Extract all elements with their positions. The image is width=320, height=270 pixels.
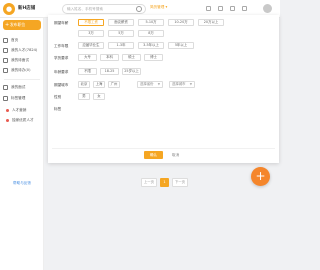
filter-option[interactable]: 北京 [78, 81, 90, 88]
next-page-button[interactable]: 下一页 [172, 178, 188, 187]
filter-option[interactable]: 5年以上 [168, 42, 194, 49]
cancel-button[interactable]: 取消 [172, 151, 179, 159]
city-select-value: 选择城市 [172, 82, 186, 86]
sidebar-item-pending-interview[interactable]: 我的待面试 [0, 56, 44, 65]
current-page[interactable]: 1 [160, 178, 169, 187]
red-dot-icon [6, 109, 9, 112]
add-fab-button[interactable]: + [251, 167, 270, 186]
plus-icon: + [5, 22, 10, 28]
filter-option[interactable]: 18-25 [100, 68, 119, 75]
filter-label-experience: 工作年限 [54, 44, 69, 48]
home-icon [3, 38, 8, 43]
filter-label-city: 期望城市 [54, 83, 69, 87]
calendar-icon [3, 58, 8, 63]
filter-option[interactable]: 上海 [93, 81, 105, 88]
filter-panel: 期望年薪 不限工资 面议薪资 5-10万 10-20万 20万以上 3万 5万 … [48, 15, 279, 163]
filter-option[interactable]: 不限工资 [78, 19, 104, 26]
filter-option[interactable]: 3万 [78, 30, 104, 37]
sidebar-item-home[interactable]: 首页 [0, 36, 44, 45]
sidebar-divider [4, 79, 40, 80]
confirm-button[interactable]: 确认 [144, 151, 163, 159]
sidebar-item-label: 首页 [11, 38, 19, 42]
province-select[interactable]: 选择省份 ▼ [137, 81, 163, 88]
publish-job-label: 发布职位 [10, 22, 26, 27]
filter-option[interactable]: 硕士 [122, 54, 141, 61]
panel-divider [52, 148, 275, 149]
tag-icon [3, 96, 8, 101]
sidebar-item-todo[interactable]: 我的待办(0) [0, 66, 44, 75]
app-root: ● 新H店铺 输入姓名、手机号搜索 简历管理 ▾ + 发布职位 首页 我的人才(… [0, 0, 280, 270]
sidebar-item-label: 我的面试 [11, 85, 26, 89]
sidebar-item-label: 标签管理 [11, 96, 26, 100]
users-icon [3, 48, 8, 53]
search-input[interactable]: 输入姓名、手机号搜索 [62, 4, 146, 14]
notification-icon[interactable] [218, 6, 223, 11]
filter-option[interactable]: 3-5年以上 [138, 42, 164, 49]
avatar[interactable] [263, 4, 272, 13]
filter-option[interactable]: 男 [78, 93, 90, 100]
sidebar-item-label: 人才营销 [12, 108, 27, 112]
message-icon[interactable] [206, 6, 211, 11]
red-dot-icon [6, 119, 9, 122]
publish-job-button[interactable]: + 发布职位 [3, 20, 41, 30]
filter-option[interactable]: 10-20万 [168, 19, 194, 26]
filter-label-age: 年龄要求 [54, 70, 69, 74]
search-placeholder: 输入姓名、手机号搜索 [67, 7, 103, 11]
filter-option[interactable]: 20万以上 [198, 19, 224, 26]
settings-icon[interactable] [242, 6, 247, 11]
sidebar-item-label: 我的待面试 [11, 58, 29, 62]
interview-icon [3, 85, 8, 90]
sidebar-item-talent-marketing[interactable]: 人才营销 [0, 106, 44, 115]
sidebar-item-label: 我的人才(7824) [11, 48, 38, 52]
city-select[interactable]: 选择城市 ▼ [169, 81, 195, 88]
filter-option[interactable]: 8万 [138, 30, 164, 37]
sidebar-item-talent[interactable]: 我的人才(7824) [0, 46, 44, 55]
province-select-value: 选择省份 [140, 82, 154, 86]
filter-label-tags: 标签 [54, 107, 62, 111]
filter-option[interactable]: 5-10万 [138, 19, 164, 26]
filter-option[interactable]: 本科 [100, 54, 119, 61]
filter-option[interactable]: 女 [93, 93, 105, 100]
sidebar-item-label: 独家优质人才 [12, 118, 34, 122]
help-feedback-link[interactable]: 帮助与反馈 [0, 181, 44, 186]
todo-icon [3, 68, 8, 73]
sidebar-item-interview[interactable]: 我的面试 [0, 83, 44, 92]
search-icon[interactable] [136, 6, 142, 12]
filter-option[interactable]: 面议薪资 [108, 19, 134, 26]
sidebar-item-label: 我的待办(0) [11, 68, 31, 72]
resume-manage-link[interactable]: 简历管理 ▾ [150, 5, 167, 10]
filter-option[interactable]: 广州 [108, 81, 120, 88]
chevron-down-icon: ▼ [189, 82, 192, 86]
help-icon[interactable] [230, 6, 235, 11]
logo-icon: ● [3, 3, 15, 15]
filter-label-education: 学历要求 [54, 56, 69, 60]
filter-option[interactable]: 大专 [78, 54, 97, 61]
filter-label-gender: 性别 [54, 95, 62, 99]
brand-name: 新H店铺 [18, 6, 36, 11]
filter-option[interactable]: 应届毕业生 [78, 42, 104, 49]
sidebar-item-exclusive-talent[interactable]: 独家优质人才 [0, 116, 44, 125]
filter-option[interactable]: 不限 [78, 68, 97, 75]
sidebar: + 发布职位 首页 我的人才(7824) 我的待面试 我的待办(0) 我的面试 … [0, 18, 44, 270]
sidebar-item-tags[interactable]: 标签管理 [0, 94, 44, 103]
filter-option[interactable]: 5万 [108, 30, 134, 37]
filter-option[interactable]: 博士 [144, 54, 163, 61]
filter-option[interactable]: 1-3年 [108, 42, 134, 49]
filter-option[interactable]: 25岁以上 [122, 68, 141, 75]
filter-label-salary: 期望年薪 [54, 21, 69, 25]
chevron-down-icon: ▼ [157, 82, 160, 86]
prev-page-button[interactable]: 上一页 [141, 178, 157, 187]
